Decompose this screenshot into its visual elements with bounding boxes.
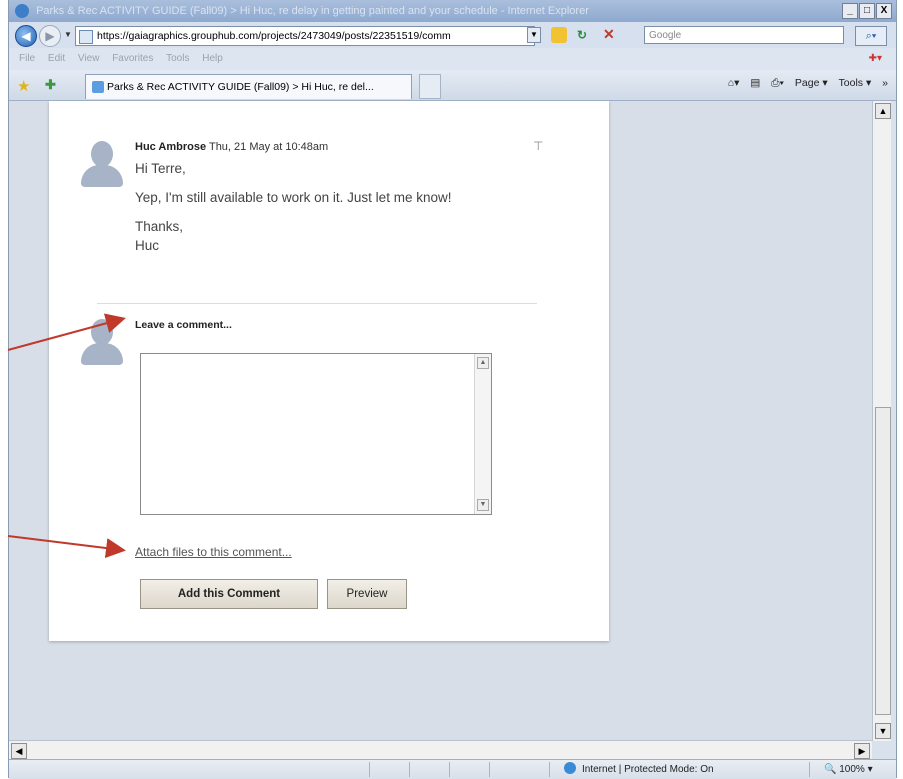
comment-timestamp: Thu, 21 May at 10:48am: [208, 141, 329, 153]
comment-textarea[interactable]: ▲ ▼: [140, 353, 492, 515]
zoom-text: 100%: [839, 764, 865, 775]
tab-favicon-icon: [92, 81, 104, 93]
scroll-down-icon[interactable]: ▼: [477, 499, 489, 511]
zone-text: Internet | Protected Mode: On: [582, 764, 714, 775]
comment-meta: Huc Ambrose Thu, 21 May at 10:48am: [135, 141, 328, 153]
status-separator: [809, 762, 810, 777]
maximize-button[interactable]: □: [859, 3, 875, 19]
status-bar: Internet | Protected Mode: On 🔍 100% ▾: [9, 759, 896, 779]
stop-icon[interactable]: ✕: [603, 26, 615, 43]
horizontal-scrollbar[interactable]: ◀ ▶: [9, 740, 872, 759]
new-tab-button[interactable]: [419, 74, 441, 99]
refresh-icon[interactable]: ↻: [577, 28, 587, 42]
comment-body: Hi Terre, Yep, I'm still available to wo…: [135, 159, 525, 265]
scroll-right-icon[interactable]: ▶: [854, 743, 870, 759]
textarea-scrollbar[interactable]: ▲ ▼: [474, 354, 491, 514]
address-field[interactable]: https://gaiagraphics.grouphub.com/projec…: [75, 26, 535, 46]
scroll-up-icon[interactable]: ▲: [477, 357, 489, 369]
avatar-body: [81, 165, 123, 187]
leave-comment-label: Leave a comment...: [135, 319, 232, 331]
close-button[interactable]: X: [876, 3, 892, 19]
status-separator: [549, 762, 550, 777]
favorites-star-icon[interactable]: ★: [17, 77, 30, 95]
command-bar: ⌂▾ ▤ ⎙▾ Page ▾ Tools ▾ »: [720, 77, 888, 90]
print-icon[interactable]: ⎙▾: [771, 77, 784, 89]
menu-tools[interactable]: Tools: [166, 53, 189, 64]
browser-window: Parks & Rec ACTIVITY GUIDE (Fall09) > Hi…: [8, 0, 897, 779]
forward-icon[interactable]: ▶: [39, 25, 61, 47]
tab-label: Parks & Rec ACTIVITY GUIDE (Fall09) > Hi…: [107, 81, 374, 93]
comment-paragraph: Hi Terre,: [135, 161, 186, 176]
feeds-icon[interactable]: ▤: [750, 77, 760, 89]
comment-paragraph: Thanks, Huc: [135, 219, 184, 253]
avatar-body: [81, 343, 123, 365]
history-dropdown[interactable]: ▼: [64, 30, 72, 39]
status-separator: [409, 762, 410, 777]
tab-row: ★ ✚ Parks & Rec ACTIVITY GUIDE (Fall09) …: [9, 70, 896, 101]
menu-edit[interactable]: Edit: [48, 53, 65, 64]
scroll-up-icon[interactable]: ▲: [875, 103, 891, 119]
search-icon[interactable]: ⌕▾: [855, 26, 887, 46]
status-separator: [449, 762, 450, 777]
menu-file[interactable]: File: [19, 53, 35, 64]
ie-logo-icon: [15, 4, 29, 18]
home-icon[interactable]: ⌂▾: [728, 77, 740, 89]
add-favorites-icon[interactable]: ✚: [45, 77, 56, 93]
page-menu[interactable]: Page ▾: [795, 77, 828, 89]
lock-icon[interactable]: [551, 27, 567, 43]
page-icon: [79, 30, 93, 44]
menu-bar: File Edit View Favorites Tools Help ✚▾: [9, 48, 896, 70]
attach-files-link[interactable]: Attach files to this comment...: [135, 545, 292, 559]
address-dropdown[interactable]: ▼: [527, 27, 541, 43]
divider: [97, 303, 537, 304]
comment-paragraph: Yep, I'm still available to work on it. …: [135, 190, 452, 205]
scroll-thumb[interactable]: [875, 407, 891, 715]
preview-button[interactable]: Preview: [327, 579, 407, 609]
avatar-head: [91, 141, 113, 167]
window-controls: _ □ X: [842, 3, 892, 19]
menu-help[interactable]: Help: [202, 53, 223, 64]
pin-icon[interactable]: ⊤: [533, 139, 543, 153]
avatar: [79, 319, 125, 365]
security-zone[interactable]: Internet | Protected Mode: On: [564, 760, 714, 779]
search-input[interactable]: Google: [644, 26, 844, 44]
scroll-down-icon[interactable]: ▼: [875, 723, 891, 739]
back-icon[interactable]: ◀: [15, 25, 37, 47]
avatar-head: [91, 319, 113, 345]
status-separator: [369, 762, 370, 777]
avatar: [79, 141, 125, 187]
title-bar: Parks & Rec ACTIVITY GUIDE (Fall09) > Hi…: [9, 0, 896, 22]
zoom-level[interactable]: 🔍 100% ▾: [824, 760, 873, 779]
more-chevron-icon[interactable]: »: [882, 77, 888, 89]
url-text: https://gaiagraphics.grouphub.com/projec…: [97, 30, 451, 42]
scroll-left-icon[interactable]: ◀: [11, 743, 27, 759]
tools-menu[interactable]: Tools ▾: [839, 77, 872, 89]
status-separator: [489, 762, 490, 777]
globe-icon: [564, 762, 576, 774]
comment-author: Huc Ambrose: [135, 141, 207, 153]
menu-view[interactable]: View: [78, 53, 100, 64]
comment-card: Huc Ambrose Thu, 21 May at 10:48am ⊤ Hi …: [49, 101, 609, 641]
vertical-scrollbar[interactable]: ▲ ▼: [872, 101, 891, 741]
minimize-button[interactable]: _: [842, 3, 858, 19]
window-title: Parks & Rec ACTIVITY GUIDE (Fall09) > Hi…: [36, 5, 589, 17]
translate-icon[interactable]: ✚▾: [869, 48, 882, 70]
address-row: ◀ ▶ ▼ https://gaiagraphics.grouphub.com/…: [9, 22, 896, 48]
add-comment-button[interactable]: Add this Comment: [140, 579, 318, 609]
menu-favorites[interactable]: Favorites: [112, 53, 153, 64]
tab-active[interactable]: Parks & Rec ACTIVITY GUIDE (Fall09) > Hi…: [85, 74, 412, 99]
page-viewport: Huc Ambrose Thu, 21 May at 10:48am ⊤ Hi …: [9, 101, 872, 740]
